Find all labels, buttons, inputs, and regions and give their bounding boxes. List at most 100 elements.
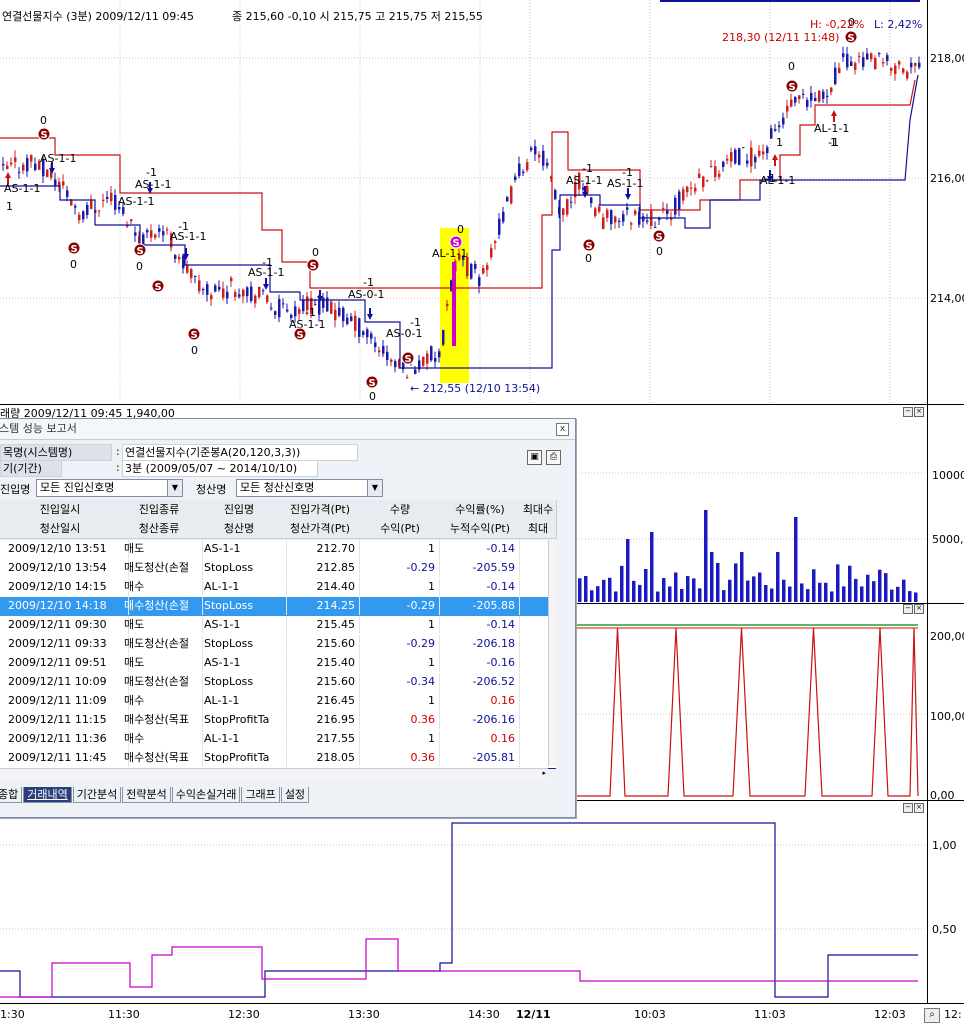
indicator-axis[interactable]: 200,00 100,00 0,00	[927, 604, 964, 802]
candle-body	[54, 179, 57, 187]
volume-bar	[614, 591, 618, 602]
candle-body	[90, 200, 93, 209]
column-header[interactable]: 청산일시	[0, 519, 121, 539]
horizontal-scrollbar[interactable]: ▸	[0, 768, 548, 779]
table-row[interactable]: 2009/12/11 09:33 매도청산(손절 StopLoss 215.60 -0.…	[0, 635, 556, 655]
table-cell: AL-1-1	[198, 578, 287, 596]
candle-body	[110, 192, 113, 202]
candle-body	[222, 288, 225, 298]
table-row[interactable]: 2009/12/11 11:45 매수청산(목표 StopProfitTa 218.0…	[0, 749, 556, 769]
signal-minus-one: -1	[305, 306, 316, 319]
column-header[interactable]: 진입일시	[0, 500, 121, 520]
table-row[interactable]: 2009/12/11 09:51 매도 AS-1-1 215.40 1 -0.16	[0, 654, 556, 674]
trade-history-table[interactable]: 진입일시 진입종류 진입명 진입가격(Pt) 수량 수익률(%) 최대수 청산일시 청산종류 청산…	[0, 500, 557, 769]
candle-body	[910, 62, 913, 68]
position-axis[interactable]: 1,00 0,50	[927, 801, 964, 1003]
close-icon[interactable]: ×	[914, 407, 924, 417]
candle-body	[894, 65, 897, 75]
table-row[interactable]: 2009/12/11 09:30 매도 AS-1-1 215.45 1 -0.14	[0, 616, 556, 636]
tab-종합[interactable]: 종합	[0, 787, 23, 803]
candle-body	[202, 289, 205, 291]
candle-body	[606, 209, 609, 218]
candle-body	[422, 356, 425, 366]
stop-signal-glyph: S	[656, 232, 663, 243]
column-header[interactable]: 진입종류	[120, 500, 199, 520]
price-chart[interactable]: AS-1-1AS-1-1AS-1-1AS-1-1AS-1-1AS-1-1AS-1…	[0, 0, 964, 404]
candle-body	[790, 99, 793, 107]
table-row[interactable]: 2009/12/10 14:18 매수청산(손절 StopLoss 214.25 -0.…	[0, 597, 556, 617]
candle-body	[322, 297, 325, 308]
volume-axis[interactable]: 10000 5000,0	[927, 405, 964, 603]
tab-거래내역[interactable]: 거래내역	[23, 787, 72, 803]
close-icon[interactable]: ×	[914, 604, 924, 614]
volume-bar	[866, 574, 870, 602]
column-header[interactable]: 최대수	[520, 500, 557, 520]
close-icon[interactable]: ×	[914, 803, 924, 813]
column-header[interactable]: 청산종류	[120, 519, 199, 539]
dialog-titlebar[interactable]: 스템 성능 보고서 x	[0, 419, 575, 440]
table-cell: 215.60	[280, 635, 360, 653]
candle-body	[274, 311, 277, 315]
table-row[interactable]: 2009/12/11 11:15 매수청산(목표 StopProfitTa 216.9…	[0, 711, 556, 731]
table-row[interactable]: 2009/12/10 13:54 매도청산(손절 StopLoss 212.85 -0.…	[0, 559, 556, 579]
position-chart[interactable]	[0, 801, 928, 1003]
column-header[interactable]: 진입명	[198, 500, 281, 520]
column-header[interactable]: 청산명	[198, 519, 281, 539]
price-axis[interactable]: 218,00 216,00 214,00	[927, 0, 964, 404]
close-icon[interactable]: x	[556, 423, 569, 436]
column-header[interactable]: 누적수익(Pt)	[440, 519, 521, 539]
candle-body	[206, 284, 209, 295]
print-icon[interactable]: ⎙	[546, 450, 561, 465]
time-tick: 13:30	[348, 1008, 380, 1021]
time-tick: 12:30	[228, 1008, 260, 1021]
candle-body	[826, 95, 829, 98]
column-header[interactable]: 수량	[360, 500, 441, 520]
exit-signal-select[interactable]: 모든 청산신호명 ▼	[236, 479, 383, 497]
candle-body	[426, 353, 429, 364]
table-cell: -0.34	[360, 673, 440, 691]
candle-body	[738, 148, 741, 165]
column-header[interactable]: 청산가격(Pt)	[280, 519, 361, 539]
candle-body	[62, 181, 65, 186]
column-header[interactable]: 최대	[520, 519, 557, 539]
tab-기간분석[interactable]: 기간분석	[72, 787, 122, 803]
table-cell: 2009/12/10 14:15	[0, 578, 129, 596]
scroll-right-icon[interactable]: ▸	[542, 769, 546, 777]
volume-bar	[830, 591, 834, 602]
table-cell: 2009/12/11 11:36	[0, 730, 129, 748]
candle-body	[82, 211, 85, 220]
report-tabs: 종합 거래내역 기간분석 전략분석 수익손실거래 그래프 설정	[0, 787, 310, 803]
vertical-scrollbar[interactable]	[548, 540, 557, 766]
volume-tick-10000: 10000	[932, 469, 964, 482]
table-cell: 2009/12/11 09:33	[0, 635, 129, 653]
table-cell: -205.88	[440, 597, 520, 615]
volume-bar	[584, 576, 588, 602]
entry-signal-select[interactable]: 모든 진입신호명 ▼	[36, 479, 183, 497]
candle-body	[854, 63, 857, 70]
volume-bar	[860, 586, 864, 602]
minimize-icon[interactable]: −	[903, 604, 913, 614]
table-row[interactable]: 2009/12/10 13:51 매도 AS-1-1 212.70 1 -0.14	[0, 540, 556, 560]
zoom-search-icon[interactable]: ⌕	[924, 1008, 940, 1023]
candle-body	[634, 210, 637, 215]
tab-설정[interactable]: 설정	[280, 787, 310, 803]
table-row[interactable]: 2009/12/11 11:36 매수 AL-1-1 217.55 1 0.16	[0, 730, 556, 750]
table-row[interactable]: 2009/12/10 14:15 매수 AL-1-1 214.40 1 -0.14	[0, 578, 556, 598]
candle-body	[318, 300, 321, 315]
indicator-tick-100: 100,00	[930, 710, 964, 723]
tab-수익손실거래[interactable]: 수익손실거래	[171, 787, 241, 803]
table-row[interactable]: 2009/12/11 11:09 매수 AL-1-1 216.45 1 0.16	[0, 692, 556, 712]
minimize-icon[interactable]: −	[903, 803, 913, 813]
save-icon[interactable]: ▣	[527, 450, 542, 465]
column-header[interactable]: 진입가격(Pt)	[280, 500, 361, 520]
candle-body	[782, 117, 785, 125]
table-row[interactable]: 2009/12/11 10:09 매도청산(손절 StopLoss 215.60 -0.…	[0, 673, 556, 693]
column-header[interactable]: 수익률(%)	[440, 500, 521, 520]
signal-zero: 0	[457, 223, 464, 236]
column-header[interactable]: 수익(Pt)	[360, 519, 441, 539]
candle-body	[190, 269, 193, 278]
minimize-icon[interactable]: −	[903, 407, 913, 417]
tab-전략분석[interactable]: 전략분석	[122, 787, 171, 803]
table-cell: -0.16	[440, 654, 520, 672]
tab-그래프[interactable]: 그래프	[241, 787, 280, 803]
